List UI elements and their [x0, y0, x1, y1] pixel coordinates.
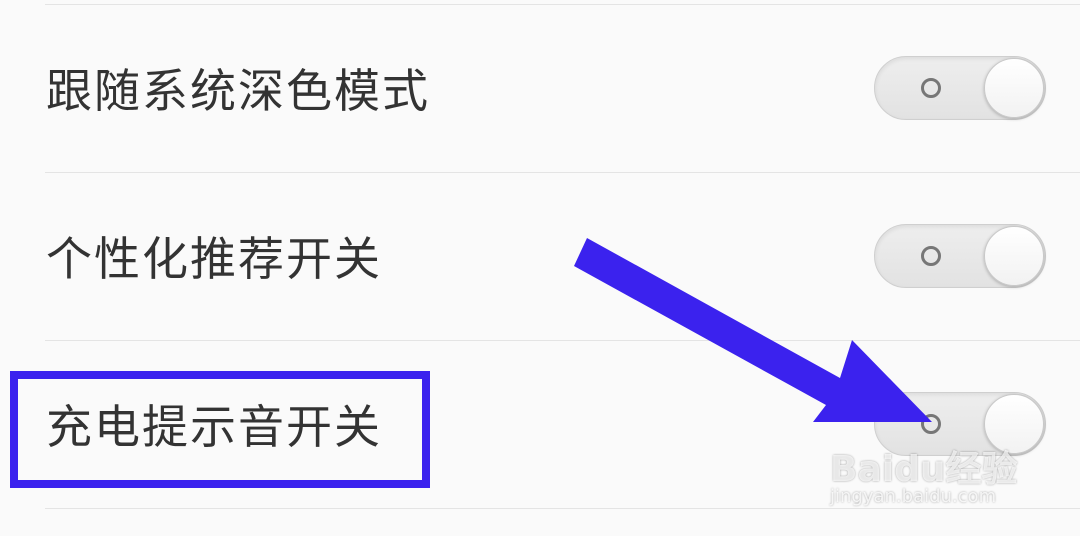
- charging-sound-toggle[interactable]: [874, 392, 1046, 456]
- toggle-knob: [984, 394, 1044, 454]
- personalized-recommendation-toggle[interactable]: [874, 224, 1046, 288]
- setting-label: 充电提示音开关: [46, 400, 382, 454]
- settings-row-charging-sound[interactable]: 充电提示音开关: [0, 340, 1080, 508]
- settings-row-follow-system-dark-mode[interactable]: 跟随系统深色模式: [0, 4, 1080, 172]
- toggle-knob: [984, 58, 1044, 118]
- toggle-off-indicator-icon: [921, 414, 941, 434]
- toggle-off-indicator-icon: [921, 78, 941, 98]
- setting-label: 个性化推荐开关: [46, 232, 382, 286]
- divider: [45, 508, 1080, 509]
- settings-row-personalized-recommendation[interactable]: 个性化推荐开关: [0, 172, 1080, 340]
- toggle-knob: [984, 226, 1044, 286]
- settings-screen: 跟随系统深色模式 个性化推荐开关 充电提示音开关 Baidu经验 jingyan…: [0, 0, 1080, 536]
- setting-label: 跟随系统深色模式: [46, 64, 430, 118]
- dark-mode-toggle[interactable]: [874, 56, 1046, 120]
- toggle-off-indicator-icon: [921, 246, 941, 266]
